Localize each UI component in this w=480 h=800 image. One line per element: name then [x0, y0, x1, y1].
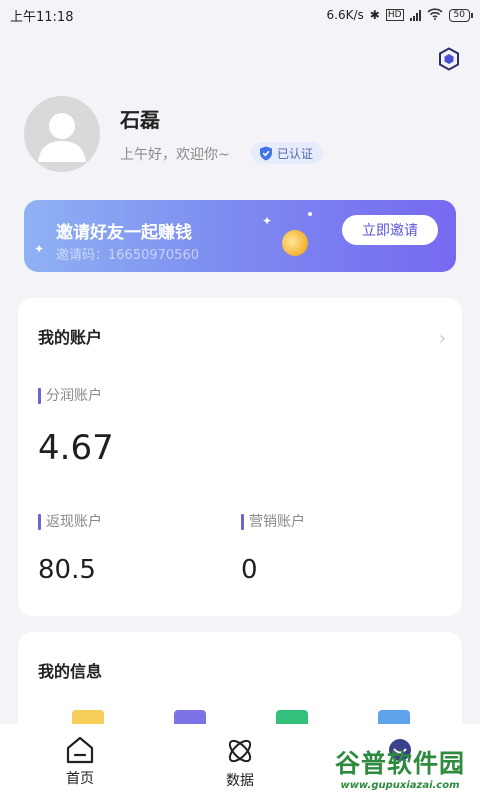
invite-code: 邀请码：16650970560 [56, 248, 199, 263]
verified-badge: 已认证 [251, 142, 324, 164]
wifi-icon [426, 7, 443, 23]
sparkle-icon: ✦ [34, 242, 45, 256]
chevron-right-icon[interactable]: › [439, 328, 446, 349]
verified-label: 已认证 [277, 146, 314, 161]
avatar[interactable] [24, 96, 100, 172]
settings-hexagon-icon[interactable] [434, 44, 464, 74]
profit-account-value[interactable]: 4.67 [38, 428, 114, 468]
sparkle-dot-icon [308, 212, 312, 216]
account-card: 我的账户 › 分润账户 4.67 返现账户 80.5 营销账户 0 [18, 298, 462, 616]
status-bar: 上午11:18 6.6K/s ✱ HD 50 [0, 0, 480, 30]
hd-icon: HD [385, 9, 404, 21]
invite-title: 邀请好友一起赚钱 [56, 223, 192, 243]
nav-label-home: 首页 [66, 771, 94, 787]
shield-check-icon [260, 146, 272, 160]
watermark-text: 谷普软件园 [334, 748, 465, 778]
sparkle-icon: ✦ [262, 214, 273, 228]
cashback-account-value[interactable]: 80.5 [38, 555, 96, 585]
default-avatar-icon [38, 113, 86, 162]
info-title: 我的信息 [38, 662, 103, 681]
invite-banner[interactable]: 邀请好友一起赚钱 邀请码：16650970560 ✦ ✦ 立即邀请 [24, 200, 456, 272]
nav-item-data[interactable]: 数据 [160, 724, 320, 800]
status-time: 上午11:18 [10, 9, 74, 25]
coin-icon [278, 226, 312, 260]
user-name: 石磊 [120, 108, 160, 132]
cashback-account-label: 返现账户 [38, 514, 102, 530]
profit-account-label: 分润账户 [38, 388, 102, 404]
atom-data-icon [228, 739, 252, 763]
invite-now-button[interactable]: 立即邀请 [342, 215, 438, 245]
home-icon [66, 736, 94, 764]
watermark-logo: 谷普软件园 www.gupuxiazai.com [324, 738, 476, 796]
nav-label-data: 数据 [226, 773, 254, 789]
nav-item-home[interactable]: 首页 [0, 724, 160, 800]
bluetooth-icon: ✱ [369, 8, 380, 22]
signal-icon [409, 9, 421, 21]
marketing-account-label: 营销账户 [241, 514, 305, 530]
watermark-url: www.gupuxiazai.com [340, 779, 460, 791]
net-speed: 6.6K/s [326, 8, 364, 22]
battery-icon: 50 [448, 8, 474, 22]
account-title: 我的账户 [38, 328, 103, 347]
marketing-account-value[interactable]: 0 [241, 555, 258, 585]
greeting-text: 上午好，欢迎你~ [120, 147, 230, 163]
status-indicators: 6.6K/s ✱ HD 50 [326, 7, 474, 23]
